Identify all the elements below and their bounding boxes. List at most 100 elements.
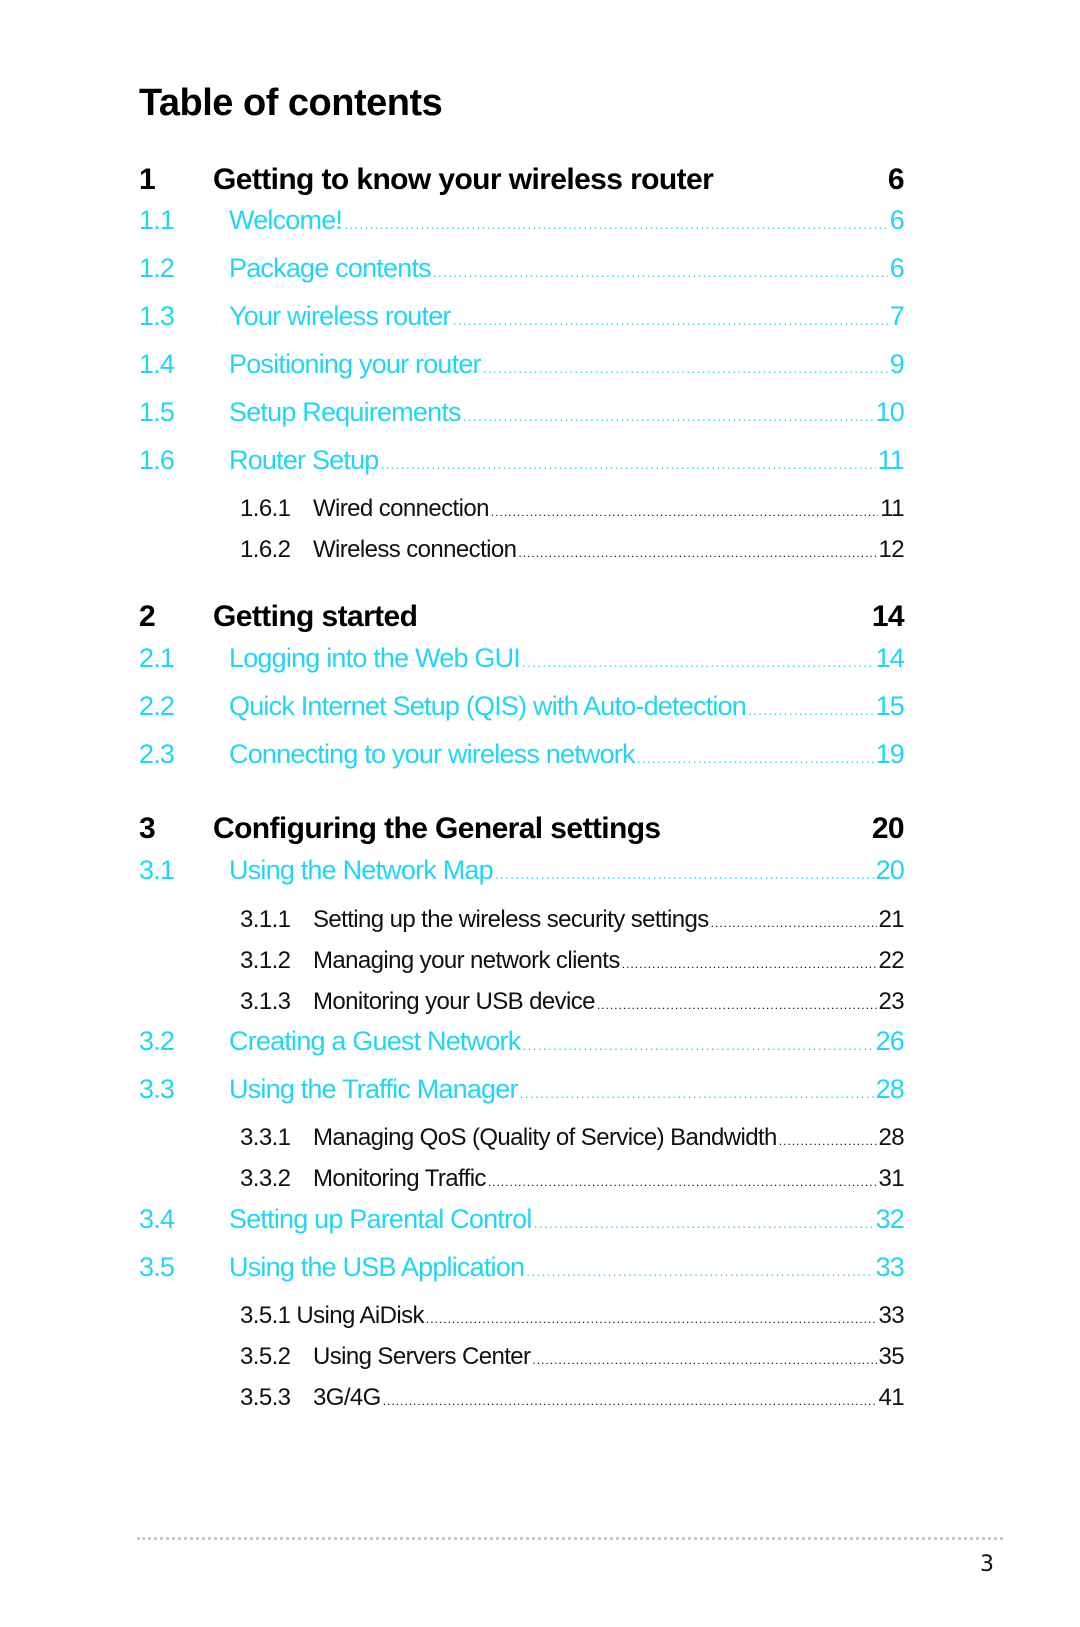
subsection-number: 1.6.1 (240, 495, 291, 522)
toc-section[interactable]: 1.1 Welcome! 6 (139, 205, 905, 241)
section-link[interactable]: Your wireless router (229, 301, 451, 332)
page-number: 14 (871, 600, 905, 633)
page-number: 14 (875, 643, 905, 673)
leader-dots (463, 408, 874, 424)
chapter-number: 2 (139, 600, 156, 633)
subsection-number: 3.5.3 (240, 1384, 291, 1411)
section-number: 1.4 (139, 349, 175, 379)
leader-dots (491, 505, 878, 519)
toc-section[interactable]: 1.6 Router Setup 11 (139, 445, 905, 481)
leader-dots (779, 1134, 877, 1148)
toc-section[interactable]: 3.4 Setting up Parental Control 32 (139, 1204, 905, 1240)
toc-section[interactable]: 3.1 Using the Network Map 20 (139, 855, 905, 891)
page-number: 20 (871, 812, 905, 845)
toc-section[interactable]: 3.5 Using the USB Application 33 (139, 1252, 905, 1288)
toc-subsection[interactable]: 1.6.1 Wired connection 11 (240, 495, 905, 527)
leader-dots (381, 456, 876, 472)
section-number: 3.2 (139, 1026, 175, 1056)
toc-section[interactable]: 1.5 Setup Requirements 10 (139, 397, 905, 433)
toc-section[interactable]: 3.3 Using the Traffic Manager 28 (139, 1074, 905, 1110)
page-number: 26 (875, 1026, 905, 1056)
toc-subsection[interactable]: 3.1.3 Monitoring your USB device 23 (240, 988, 905, 1020)
subsection-link[interactable]: Managing your network clients (313, 947, 620, 975)
subsection-link[interactable]: Setting up the wireless security setting… (313, 906, 709, 934)
chapter-number: 1 (139, 163, 156, 196)
toc-section[interactable]: 2.1 Logging into the Web GUI 14 (139, 643, 905, 679)
section-number: 2.1 (139, 643, 175, 673)
toc-subsection[interactable]: 3.1.1 Setting up the wireless security s… (240, 906, 905, 938)
subsection-link[interactable]: Monitoring your USB device (313, 988, 595, 1016)
leader-dots (597, 998, 877, 1012)
page-number: 12 (878, 536, 905, 563)
chapter-title[interactable]: Getting to know your wireless router (213, 163, 714, 197)
page-number: 6 (887, 163, 905, 196)
section-link[interactable]: Welcome! (229, 205, 343, 236)
toc-chapter[interactable]: 1 Getting to know your wireless router 6 (139, 163, 905, 203)
toc-subsection[interactable]: 3.5.3 3G/4G 41 (240, 1384, 905, 1416)
subsection-number: 3.1.2 (240, 947, 291, 974)
page-number: 32 (875, 1204, 905, 1234)
subsection-link[interactable]: Wireless connection (313, 536, 517, 564)
page-number: 22 (878, 947, 905, 974)
leader-dots (520, 1085, 874, 1101)
toc-subsection[interactable]: 3.1.2 Managing your network clients 22 (240, 947, 905, 979)
toc-chapter[interactable]: 2 Getting started 14 (139, 600, 905, 640)
subsection-link[interactable]: Wired connection (313, 495, 489, 523)
toc-section[interactable]: 2.3 Connecting to your wireless network … (139, 739, 905, 775)
section-link[interactable]: Router Setup (229, 445, 379, 476)
subsection-link[interactable]: Managing QoS (Quality of Service) Bandwi… (313, 1124, 777, 1152)
section-link[interactable]: Using the USB Application (229, 1252, 525, 1283)
section-link[interactable]: Connecting to your wireless network (229, 739, 636, 770)
subsection-link[interactable]: Using AiDisk (296, 1302, 424, 1330)
leader-dots (522, 1037, 873, 1053)
chapter-title[interactable]: Configuring the General settings (213, 812, 661, 846)
subsection-link[interactable]: 3G/4G (313, 1384, 381, 1412)
toc-section[interactable]: 1.2 Package contents 6 (139, 253, 905, 289)
toc-subsection[interactable]: 1.6.2 Wireless connection 12 (240, 536, 905, 568)
section-link[interactable]: Quick Internet Setup (QIS) with Auto-det… (229, 691, 747, 722)
subsection-link[interactable]: Monitoring Traffic (313, 1165, 486, 1193)
toc-section[interactable]: 2.2 Quick Internet Setup (QIS) with Auto… (139, 691, 905, 727)
leader-dots (748, 702, 874, 718)
section-number: 2.2 (139, 691, 175, 721)
section-link[interactable]: Setting up Parental Control (229, 1204, 532, 1235)
subsection-number: 3.3.2 (240, 1165, 291, 1192)
toc-section[interactable]: 1.4 Positioning your router 9 (139, 349, 905, 385)
page-number: 19 (875, 739, 905, 769)
page-number: 11 (880, 495, 904, 522)
subsection-link[interactable]: Using Servers Center (313, 1343, 531, 1371)
leader-dots (526, 1263, 873, 1279)
leader-dots (426, 1312, 877, 1326)
page-number: 41 (878, 1384, 905, 1411)
toc-chapter[interactable]: 3 Configuring the General settings 20 (139, 812, 905, 852)
section-link[interactable]: Setup Requirements (229, 397, 462, 428)
section-link[interactable]: Creating a Guest Network (229, 1026, 521, 1057)
toc-subsection[interactable]: 3.5.2 Using Servers Center 35 (240, 1343, 905, 1375)
leader-dots (637, 750, 874, 766)
footer-page-number: 3 (980, 1552, 994, 1577)
section-link[interactable]: Package contents (229, 253, 432, 284)
section-link[interactable]: Using the Traffic Manager (229, 1074, 518, 1105)
page-title: Table of contents (139, 82, 443, 124)
page-number: 28 (878, 1124, 905, 1151)
page-number: 23 (878, 988, 905, 1015)
chapter-title[interactable]: Getting started (213, 600, 418, 634)
section-link[interactable]: Positioning your router (229, 349, 482, 380)
toc-section[interactable]: 1.3 Your wireless router 7 (139, 301, 905, 337)
toc-section[interactable]: 3.2 Creating a Guest Network 26 (139, 1026, 905, 1062)
subsection-number: 1.6.2 (240, 536, 291, 563)
section-number: 1.5 (139, 397, 175, 427)
toc-subsection[interactable]: 3.5.1 Using AiDisk 33 (240, 1302, 905, 1334)
section-link[interactable]: Logging into the Web GUI (229, 643, 521, 674)
page-number: 11 (877, 445, 905, 475)
leader-dots (711, 916, 877, 930)
leader-dots (383, 1394, 877, 1408)
section-link[interactable]: Using the Network Map (229, 855, 494, 886)
toc-subsection[interactable]: 3.3.1 Managing QoS (Quality of Service) … (240, 1124, 905, 1156)
page-number: 33 (878, 1302, 905, 1329)
toc-subsection[interactable]: 3.3.2 Monitoring Traffic 31 (240, 1165, 905, 1197)
leader-dots (522, 654, 874, 670)
page-number: 33 (875, 1252, 905, 1282)
section-number: 1.3 (139, 301, 175, 331)
subsection-number: 3.1.3 (240, 988, 291, 1015)
